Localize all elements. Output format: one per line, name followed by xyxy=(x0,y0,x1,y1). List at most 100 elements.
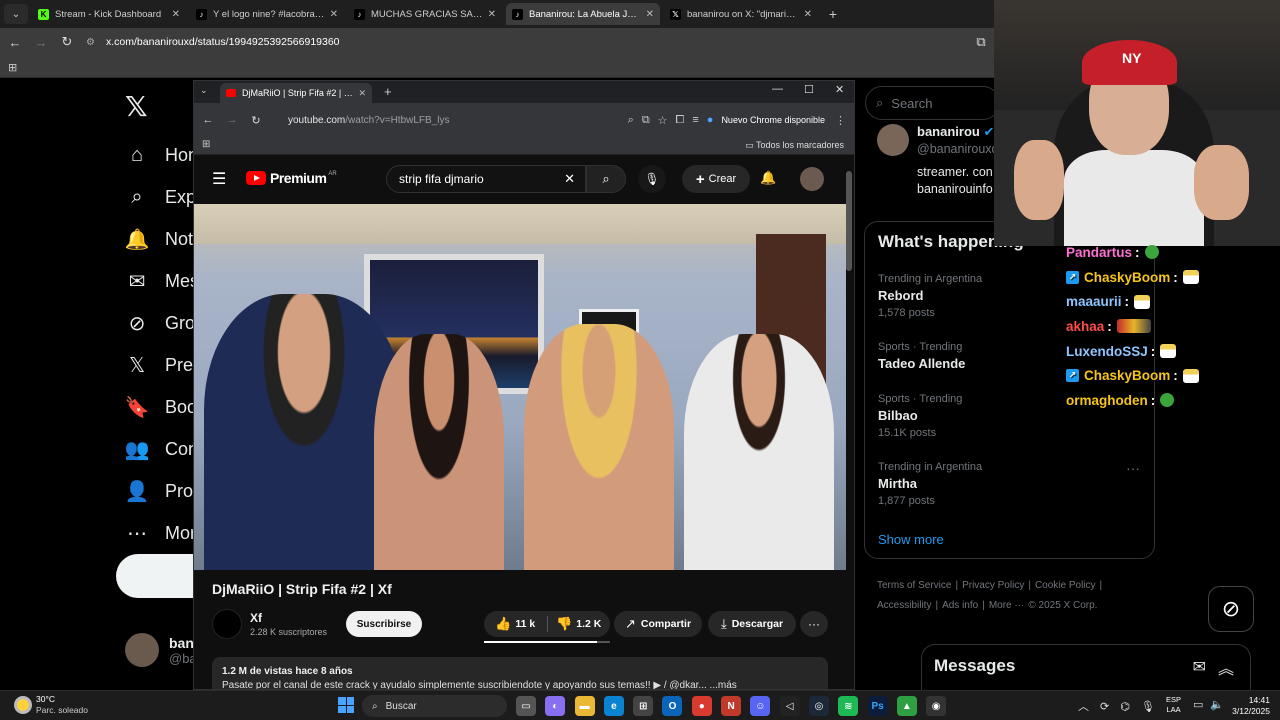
outer-url-field[interactable]: ⚙ x.com/bananirouxd/status/1994925392566… xyxy=(86,31,966,53)
discord-icon[interactable]: ☺ xyxy=(750,696,771,716)
bookmark-star-icon[interactable]: ☆ xyxy=(658,114,668,127)
media-icon[interactable]: ≡ xyxy=(692,114,698,126)
apps-grid-icon[interactable]: ⊞ xyxy=(202,139,210,150)
close-tab-icon[interactable]: ✕ xyxy=(488,9,496,20)
all-bookmarks-button[interactable]: ▭ Todos los marcadores xyxy=(745,140,844,151)
steam-icon[interactable]: ◎ xyxy=(808,696,829,716)
create-button[interactable]: + Crear xyxy=(682,165,750,193)
gaming-app-icon[interactable]: ▲ xyxy=(896,696,917,716)
microphone-icon[interactable]: 🎙 xyxy=(638,165,666,193)
show-more-link[interactable]: Show more xyxy=(878,532,944,547)
forward-icon[interactable]: → xyxy=(30,35,52,50)
outer-tab[interactable]: K Stream - Kick Dashboard ✕ xyxy=(32,3,186,25)
account-switcher[interactable]: bana @ba xyxy=(125,633,202,667)
chat-username[interactable]: akhaa xyxy=(1066,319,1104,334)
weather-widget[interactable]: 30°C Parc. soleado xyxy=(14,694,88,716)
footer-link[interactable]: Accessibility xyxy=(877,600,931,611)
kebab-menu-icon[interactable]: ⋮ xyxy=(835,114,846,127)
close-tab-icon[interactable]: ✕ xyxy=(358,88,366,99)
chrome-update-button[interactable]: Nuevo Chrome disponible xyxy=(721,115,825,125)
channel-avatar[interactable] xyxy=(212,609,242,639)
sync-icon[interactable]: ⟳ xyxy=(1100,700,1109,713)
new-message-icon[interactable]: ✉ xyxy=(1193,657,1206,677)
zoom-icon[interactable]: ⌕ xyxy=(628,114,634,127)
search-button[interactable]: ⌕ xyxy=(586,165,626,193)
outer-tab[interactable]: 𝕏bananirou on X: "djmario se bu ✕ xyxy=(664,3,818,25)
more-actions-icon[interactable]: ··· xyxy=(800,611,828,637)
chat-username[interactable]: ChaskyBoom xyxy=(1084,270,1170,285)
trend-item[interactable]: Trending in Argentina Rebord 1,578 posts xyxy=(878,273,982,319)
channel-name[interactable]: Xf xyxy=(250,611,262,625)
chat-username[interactable]: LuxendoSSJ xyxy=(1066,344,1148,359)
yt-url-field[interactable]: youtube.com/watch?v=HtbwLFB_lys xyxy=(288,115,628,126)
bell-icon[interactable]: 🔔 xyxy=(760,170,776,186)
tab-search-icon[interactable]: ⌄ xyxy=(4,4,28,24)
language-indicator[interactable]: ESP LAA xyxy=(1166,695,1181,715)
sidebar-item-messages[interactable]: ✉ Mes xyxy=(125,260,199,302)
new-tab-button[interactable]: + xyxy=(824,5,842,23)
sidebar-item-profile[interactable]: 👤 Prof xyxy=(125,470,199,512)
footer-link[interactable]: Privacy Policy xyxy=(962,580,1024,591)
close-window-icon[interactable]: ✕ xyxy=(835,83,844,96)
minimize-icon[interactable]: — xyxy=(772,83,783,95)
footer-link[interactable]: Ads info xyxy=(942,600,978,611)
site-info-icon[interactable]: ⚙ xyxy=(86,37,100,48)
close-tab-icon[interactable]: ✕ xyxy=(330,9,338,20)
close-tab-icon[interactable]: ✕ xyxy=(172,9,180,20)
copilot-icon[interactable]: ◐ xyxy=(545,696,566,716)
maximize-icon[interactable]: ☐ xyxy=(804,83,814,96)
store-icon[interactable]: ⊞ xyxy=(633,696,654,716)
sidebar-item-bookmarks[interactable]: 🔖 Boo xyxy=(125,386,199,428)
youtube-premium-logo[interactable]: Premium AR xyxy=(246,170,337,186)
subscribe-button[interactable]: Suscribirse xyxy=(346,611,422,637)
apps-grid-icon[interactable]: ⊞ xyxy=(8,61,17,74)
sidebar-item-home[interactable]: ⌂ Hon xyxy=(125,134,199,176)
footer-link[interactable]: © 2025 X Corp. xyxy=(1028,600,1097,611)
reload-icon[interactable]: ↻ xyxy=(244,114,268,127)
yt-search-input[interactable]: strip fifa djmario ✕ xyxy=(386,165,586,193)
edge-icon[interactable]: e xyxy=(603,696,624,716)
chat-username[interactable]: maaaurii xyxy=(1066,294,1122,309)
trend-item[interactable]: Sports · Trending Bilbao 15.1K posts xyxy=(878,393,962,439)
sidebar-item-communities[interactable]: 👥 Con xyxy=(125,428,199,470)
video-player[interactable] xyxy=(194,204,846,570)
extensions-icon[interactable]: ⧠ xyxy=(676,114,685,127)
obs-icon[interactable]: ◉ xyxy=(926,696,947,716)
profile-name[interactable]: bananirou ✔ xyxy=(917,124,994,140)
sidebar-item-more[interactable]: ⋯ Mor xyxy=(125,512,199,554)
trend-more-options-icon[interactable]: ··· xyxy=(1126,460,1140,476)
sidebar-item-premium[interactable]: 𝕏 Pre xyxy=(125,344,199,386)
outer-tab[interactable]: ♪ MUCHAS GRACIAS SAMMY PO ✕ xyxy=(348,3,502,25)
grok-icon[interactable]: ⊘ xyxy=(1208,586,1254,632)
scrollbar[interactable] xyxy=(846,171,852,271)
reload-icon[interactable]: ↻ xyxy=(56,34,78,50)
trend-item[interactable]: Trending in Argentina Mirtha 1,877 posts xyxy=(878,461,982,507)
sidebar-item-explore[interactable]: ⌕ Exp xyxy=(125,176,199,218)
sidebar-item-grok[interactable]: ⊘ Gro xyxy=(125,302,199,344)
outer-tab[interactable]: ♪ Y el logo nine? #lacobraaa #da ✕ xyxy=(190,3,344,25)
windows-start-icon[interactable] xyxy=(338,697,354,713)
video-description[interactable]: 1.2 M de vistas hace 8 años Pasate por e… xyxy=(212,657,828,689)
show-hidden-icons-icon[interactable]: ︿ xyxy=(1078,698,1089,714)
trend-item[interactable]: Sports · Trending Tadeo Allende xyxy=(878,341,965,371)
chat-username[interactable]: ChaskyBoom xyxy=(1084,368,1170,383)
translate-icon[interactable]: ⧉ xyxy=(970,34,992,50)
expand-messages-icon[interactable]: ︽ xyxy=(1218,655,1234,679)
chrome-icon[interactable]: ● xyxy=(691,696,712,716)
close-tab-icon[interactable]: ✕ xyxy=(646,9,654,20)
chat-username[interactable]: ormaghoden xyxy=(1066,393,1148,408)
profile-circle-icon[interactable]: ● xyxy=(707,114,714,126)
like-button[interactable]: 👍 11 k xyxy=(484,616,547,632)
close-tab-icon[interactable]: ✕ xyxy=(804,9,812,20)
capcut-icon[interactable]: ◁ xyxy=(779,696,800,716)
outer-tab[interactable]: ♪ Bananirou: La Abuela Joseador ✕ xyxy=(506,3,660,25)
footer-link[interactable]: Cookie Policy xyxy=(1035,580,1096,591)
clear-search-icon[interactable]: ✕ xyxy=(564,171,575,187)
yt-tab[interactable]: DjMaRiiO | Strip Fifa #2 | Xf - YouTube … xyxy=(220,83,372,103)
network-muted-icon[interactable]: ⌬ xyxy=(1120,700,1130,713)
clock[interactable]: 14:41 3/12/2025 xyxy=(1226,695,1270,717)
photoshop-icon[interactable]: Ps xyxy=(867,696,888,716)
netflix-icon[interactable]: N xyxy=(721,696,742,716)
new-tab-button[interactable]: + xyxy=(384,84,392,99)
taskbar-search[interactable]: ⌕ Buscar xyxy=(362,695,507,717)
